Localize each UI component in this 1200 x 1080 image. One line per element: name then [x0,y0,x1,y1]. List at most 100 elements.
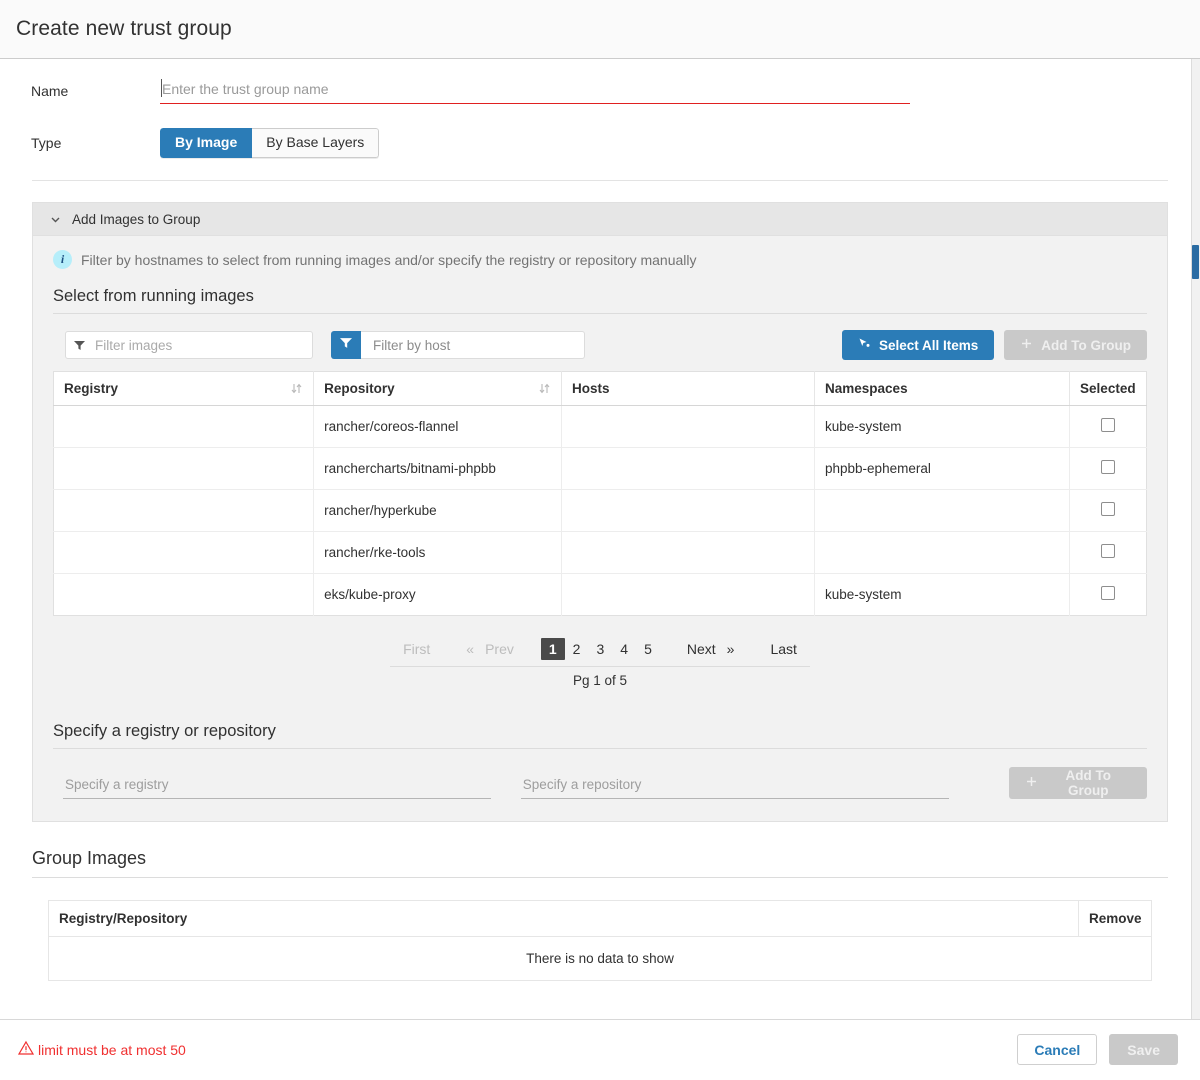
cell-registry [54,574,314,616]
modal-body: Name Type By Image By Base Layers Add Im… [0,59,1200,1019]
column-header-hosts[interactable]: Hosts [562,372,815,406]
add-to-group-button-bottom[interactable]: Add To Group [1009,767,1147,799]
pagination-page-3[interactable]: 3 [588,638,612,660]
table-row[interactable]: rancher/hyperkube [54,490,1147,532]
specify-repository-input[interactable] [521,773,949,799]
page-title: Create new trust group [16,17,232,41]
cell-selected [1070,490,1147,532]
column-header-namespaces[interactable]: Namespaces [815,372,1070,406]
column-header-selected: Selected [1070,372,1147,406]
pagination-page-5[interactable]: 5 [636,638,660,660]
add-images-card-body: i Filter by hostnames to select from run… [33,236,1167,821]
type-option-by-image[interactable]: By Image [160,128,252,158]
funnel-icon [340,336,352,354]
group-images-section: Group Images Registry/Repository Remove … [32,848,1168,981]
filter-host-input-wrap[interactable] [361,331,585,359]
cursor-select-icon [858,337,871,353]
column-header-registry-label: Registry [64,381,118,396]
page-scrollbar-thumb[interactable] [1192,245,1199,279]
add-images-card-title: Add Images to Group [72,212,200,227]
cell-repository: rancher/rke-tools [314,532,562,574]
sort-arrows-icon[interactable] [538,382,551,395]
filter-host-input[interactable] [371,337,574,354]
pagination-page-1[interactable]: 1 [541,638,565,660]
cell-repository: rancher/coreos-flannel [314,406,562,448]
double-chevron-right-icon[interactable]: » [718,638,744,660]
table-row[interactable]: rancher/coreos-flannel kube-system [54,406,1147,448]
cell-namespaces: kube-system [815,406,1070,448]
group-images-header-row: Registry/Repository Remove [49,901,1152,937]
pagination-page-2[interactable]: 2 [565,638,589,660]
select-all-items-button[interactable]: Select All Items [842,330,994,360]
cell-hosts [562,490,815,532]
specify-section-title: Specify a registry or repository [53,718,1147,749]
pagination-prev[interactable]: Prev [483,638,523,660]
cell-namespaces [815,490,1070,532]
add-to-group-button-top[interactable]: Add To Group [1004,330,1147,360]
specify-registry-input[interactable] [63,773,491,799]
cell-hosts [562,448,815,490]
table-row[interactable]: eks/kube-proxy kube-system [54,574,1147,616]
cell-registry [54,448,314,490]
add-to-group-label-bottom: Add To Group [1046,768,1131,798]
group-images-tbody: There is no data to show [49,937,1152,981]
cell-namespaces: kube-system [815,574,1070,616]
group-images-table: Registry/Repository Remove There is no d… [48,900,1152,981]
type-label: Type [16,135,160,151]
table-row[interactable]: ranchercharts/bitnami-phpbb phpbb-epheme… [54,448,1147,490]
pagination-page-4[interactable]: 4 [612,638,636,660]
type-row: Type By Image By Base Layers [0,128,1200,158]
running-images-tbody: rancher/coreos-flannel kube-system ranch… [54,406,1147,616]
filter-images-box[interactable] [65,331,313,359]
filter-host-button[interactable] [331,331,361,359]
running-images-table: Registry Repos [53,371,1147,616]
name-field-wrap [160,77,910,104]
plus-icon [1025,775,1038,791]
validation-error-text: limit must be at most 50 [38,1042,186,1058]
cell-registry [54,532,314,574]
filter-host-wrap [331,331,585,359]
cell-selected [1070,448,1147,490]
pagination: First « Prev 1 2 3 4 5 Next » Last Pg 1 [53,638,1147,688]
double-chevron-left-icon[interactable]: « [457,638,483,660]
pagination-next[interactable]: Next [678,638,718,660]
table-row[interactable]: rancher/rke-tools [54,532,1147,574]
cell-repository: eks/kube-proxy [314,574,562,616]
name-input[interactable] [160,77,910,104]
page-scrollbar-track[interactable] [1191,59,1200,1019]
filters-row: Select All Items Add To Group [53,330,1147,360]
row-checkbox[interactable] [1101,586,1115,600]
row-checkbox[interactable] [1101,460,1115,474]
cell-repository: ranchercharts/bitnami-phpbb [314,448,562,490]
cell-hosts [562,574,815,616]
save-button[interactable]: Save [1109,1034,1178,1065]
cell-hosts [562,532,815,574]
row-checkbox[interactable] [1101,544,1115,558]
filter-images-input[interactable] [93,337,304,354]
pagination-controls: First « Prev 1 2 3 4 5 Next » Last [390,638,810,667]
add-images-card-header[interactable]: Add Images to Group [32,202,1168,236]
row-checkbox[interactable] [1101,418,1115,432]
chevron-down-icon [49,213,62,226]
cancel-button[interactable]: Cancel [1017,1034,1097,1065]
pagination-first[interactable]: First [394,638,439,660]
cell-namespaces [815,532,1070,574]
pagination-last[interactable]: Last [761,638,805,660]
validation-error: limit must be at most 50 [18,1040,186,1059]
sort-arrows-icon[interactable] [290,382,303,395]
column-header-registry[interactable]: Registry [54,372,314,406]
cell-selected [1070,532,1147,574]
cell-namespaces: phpbb-ephemeral [815,448,1070,490]
text-caret [161,79,162,97]
plus-icon [1020,337,1033,353]
group-images-thead: Registry/Repository Remove [49,901,1152,937]
cell-registry [54,490,314,532]
column-header-repository-label: Repository [324,381,395,396]
warning-triangle-icon [18,1040,34,1059]
name-row: Name [0,77,1200,104]
row-checkbox[interactable] [1101,502,1115,516]
group-images-title: Group Images [32,848,1168,878]
column-header-repository[interactable]: Repository [314,372,562,406]
select-all-items-label: Select All Items [879,338,978,353]
type-option-by-base-layers[interactable]: By Base Layers [252,128,379,158]
